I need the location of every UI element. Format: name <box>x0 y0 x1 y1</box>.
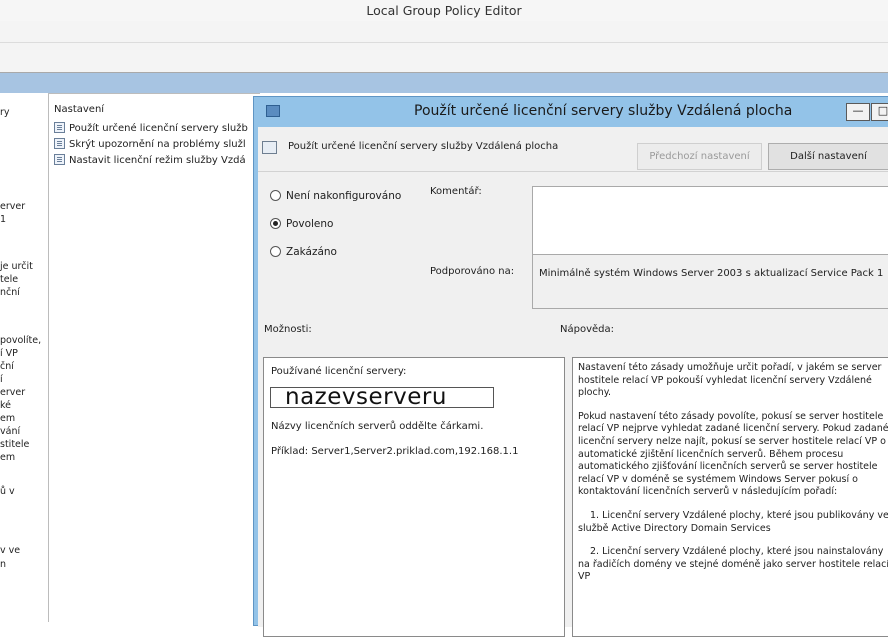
desc-fragment: stitele <box>0 439 30 450</box>
options-panel: Používané licenční servery: nazevserveru… <box>263 357 565 637</box>
radio-not-configured[interactable]: Není nakonfigurováno <box>270 190 401 202</box>
help-label: Nápověda: <box>560 324 614 335</box>
minimize-button[interactable]: — <box>846 103 870 121</box>
previous-setting-button[interactable]: Předchozí nastavení <box>637 143 762 170</box>
next-setting-button[interactable]: Další nastavení <box>768 143 888 170</box>
divider <box>258 171 888 172</box>
desc-fragment: nční <box>0 287 20 298</box>
radio-enabled[interactable]: Povoleno <box>270 218 333 230</box>
list-item-label: Nastavit licenční režim služby Vzdá <box>69 155 246 166</box>
help-paragraph: Nastavení této zásady umožňuje určit poř… <box>578 362 882 399</box>
options-label: Možnosti: <box>264 324 312 335</box>
list-item-label: Použít určené licenční servery služb <box>69 123 248 134</box>
radio-button-icon <box>270 246 281 257</box>
desc-fragment: erver <box>0 387 26 398</box>
dialog-body: Použít určené licenční servery služby Vz… <box>258 127 888 637</box>
license-servers-input[interactable]: nazevserveru <box>270 386 494 409</box>
policy-setting-icon <box>54 154 65 165</box>
radio-disabled[interactable]: Zakázáno <box>270 246 337 258</box>
servers-example: Příklad: Server1,Server2.priklad.com,192… <box>271 446 519 457</box>
servers-hint: Názvy licenčních serverů oddělte čárkami… <box>271 421 484 432</box>
policy-setting-icon <box>54 138 65 149</box>
desc-fragment: ry <box>0 107 10 118</box>
comment-label: Komentář: <box>430 186 482 197</box>
radio-label: Povoleno <box>286 218 334 230</box>
desc-fragment: ů v <box>0 486 15 497</box>
policy-setting-icon <box>54 122 65 133</box>
maximize-button[interactable]: □ <box>871 103 888 121</box>
description-pane: ry erver 1 je určit tele nční povolíte, … <box>0 93 48 622</box>
window-titlebar: Local Group Policy Editor <box>0 0 888 21</box>
desc-fragment: em <box>0 452 16 463</box>
comment-field[interactable] <box>532 186 888 256</box>
list-item[interactable]: Použít určené licenční servery služb <box>54 121 248 136</box>
desc-fragment: tele <box>0 274 19 285</box>
radio-label: Není nakonfigurováno <box>286 190 402 202</box>
desc-fragment: ké <box>0 400 12 411</box>
window-title: Local Group Policy Editor <box>366 3 522 18</box>
supported-on-value: Minimálně systém Windows Server 2003 s a… <box>539 268 884 279</box>
radio-button-icon <box>270 190 281 201</box>
desc-fragment: í <box>0 374 3 385</box>
dialog-app-icon <box>266 105 280 117</box>
desc-fragment: v ve <box>0 545 21 556</box>
desc-fragment: povolíte, <box>0 335 42 346</box>
list-item[interactable]: Skrýt upozornění na problémy služl <box>54 137 246 152</box>
help-paragraph: 2. Licenční servery Vzdálené plochy, kte… <box>578 546 888 583</box>
menu-bar <box>0 21 888 43</box>
toolbar <box>0 43 888 73</box>
policy-setting-icon <box>262 141 277 154</box>
list-item-label: Skrýt upozornění na problémy služl <box>69 139 246 150</box>
radio-button-selected-icon <box>270 218 281 229</box>
help-text: Nastavení této zásady umožňuje určit poř… <box>573 362 888 595</box>
help-paragraph: Pokud nastavení této zásady povolíte, po… <box>578 410 888 498</box>
radio-label: Zakázáno <box>286 246 337 258</box>
supported-on-label: Podporováno na: <box>430 266 515 277</box>
help-paragraph: 1. Licenční servery Vzdálené plochy, kte… <box>578 509 888 534</box>
desc-fragment: vání <box>0 426 21 437</box>
supported-on-field[interactable]: Minimálně systém Windows Server 2003 s a… <box>532 254 888 309</box>
settings-list: Nastavení Použít určené licenční servery… <box>48 93 260 622</box>
help-panel[interactable]: Nastavení této zásady umožňuje určit poř… <box>572 357 888 637</box>
license-servers-label: Používané licenční servery: <box>271 366 407 377</box>
desc-fragment: erver <box>0 201 26 212</box>
column-header-setting[interactable]: Nastavení <box>54 104 104 115</box>
pane-header-band <box>0 73 888 93</box>
policy-dialog: Použít určené licenční servery služby Vz… <box>253 96 888 637</box>
desc-fragment: je určit <box>0 261 33 272</box>
desc-fragment: í VP <box>0 348 18 359</box>
desc-fragment: em <box>0 413 16 424</box>
dialog-title: Použít určené licenční servery služby Vz… <box>414 103 793 119</box>
desc-fragment: 1 <box>0 214 7 225</box>
list-item[interactable]: Nastavit licenční režim služby Vzdá <box>54 153 246 168</box>
desc-fragment: ční <box>0 361 14 372</box>
desc-fragment: n <box>0 559 7 570</box>
setting-title: Použít určené licenční servery služby Vz… <box>288 141 559 152</box>
dialog-titlebar: Použít určené licenční servery služby Vz… <box>254 97 888 127</box>
